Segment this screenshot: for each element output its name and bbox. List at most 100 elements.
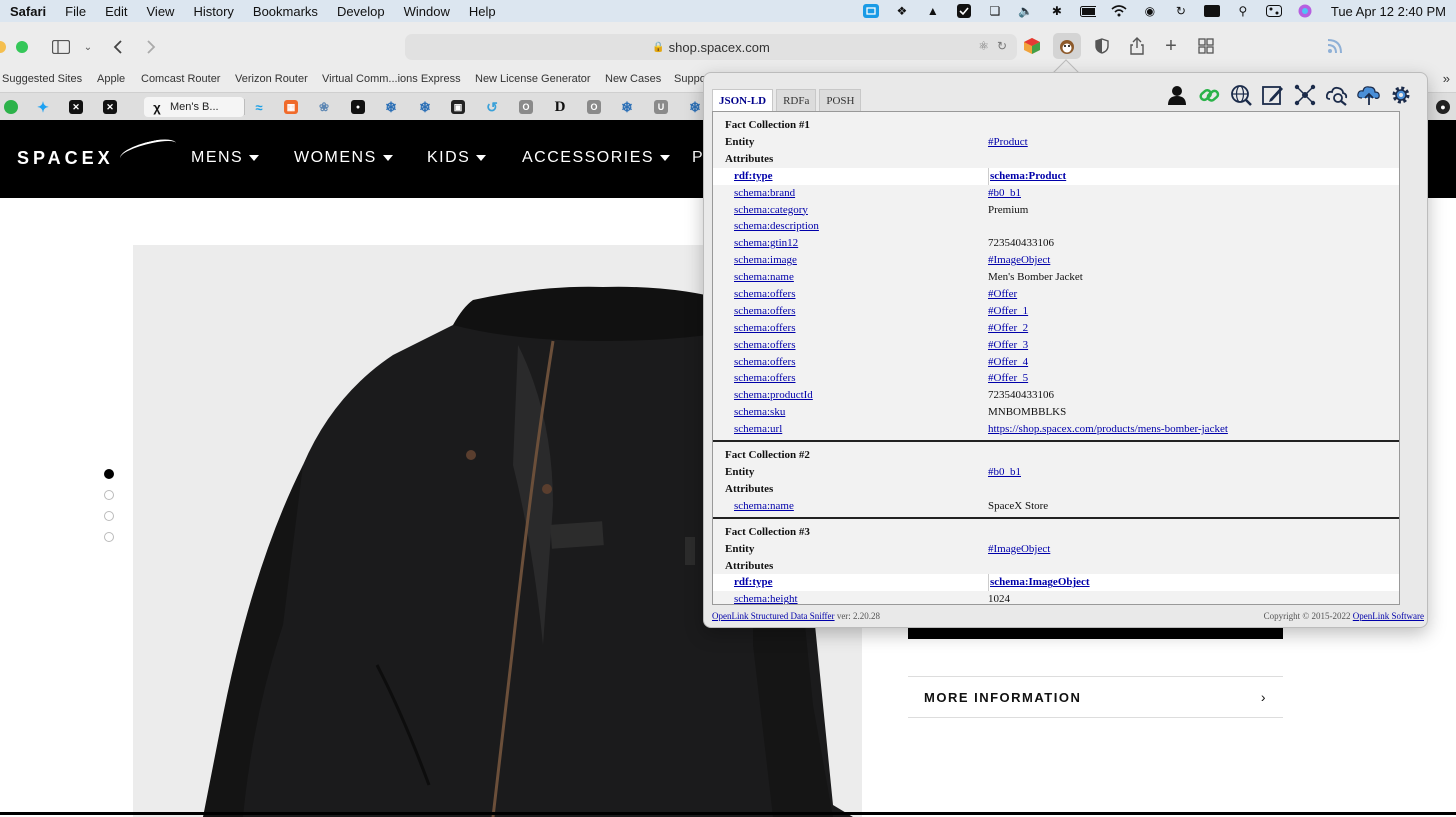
spacex-logo[interactable]: SPACEX	[17, 136, 179, 169]
menu-app-safari[interactable]: Safari	[10, 4, 46, 19]
new-tab-plus-icon[interactable]: +	[1161, 35, 1181, 57]
menu-window[interactable]: Window	[404, 4, 450, 19]
tab-openlink-2[interactable]: ❄	[414, 97, 436, 117]
tab-mens-bomber-jacket[interactable]: χ Men's B...	[144, 97, 244, 117]
tab-dark-book[interactable]: ▣	[447, 97, 469, 117]
sniffer-results-panel[interactable]: Fact Collection #1 Entity #Product Attrib…	[712, 111, 1400, 605]
menu-edit[interactable]: Edit	[105, 4, 127, 19]
checkmark-app-icon[interactable]	[956, 4, 972, 18]
chain-link-icon[interactable]	[1197, 83, 1221, 107]
attribute-value[interactable]: #Offer_1	[988, 303, 1399, 320]
sidebar-toggle-icon[interactable]	[51, 36, 71, 58]
chevron-down-icon[interactable]: ⌄	[82, 36, 94, 58]
nav-mens[interactable]: MENS	[191, 149, 260, 167]
tab-x-app-2[interactable]: ✕	[99, 97, 121, 117]
minimize-window-button[interactable]	[0, 41, 6, 53]
attribute-value[interactable]: #Offer	[988, 286, 1399, 303]
attribute-value[interactable]: schema:Product	[988, 167, 1399, 185]
menu-develop[interactable]: Develop	[337, 4, 385, 19]
structured-data-sniffer-icon[interactable]	[1053, 33, 1081, 59]
attribute-key[interactable]: schema:offers	[713, 354, 988, 371]
windows-icon[interactable]: ❏	[987, 4, 1003, 18]
tab-blue-swirl[interactable]: ↺	[481, 97, 503, 117]
tab-x-app-1[interactable]: ✕	[65, 97, 87, 117]
attribute-key[interactable]: schema:category	[713, 202, 988, 219]
entity-link[interactable]: #ImageObject	[988, 541, 1399, 558]
user-account-icon[interactable]: ◉	[1142, 4, 1158, 18]
rss-feed-icon[interactable]	[1326, 36, 1346, 56]
entity-link[interactable]: #Product	[988, 134, 1399, 151]
bookmarks-overflow-chevron-icon[interactable]: »	[1443, 71, 1450, 86]
web-search-globe-icon[interactable]	[1229, 83, 1253, 107]
carousel-dot-4[interactable]	[104, 532, 114, 542]
nav-accessories[interactable]: ACCESSORIES	[522, 149, 671, 167]
colorful-cube-extension-icon[interactable]	[1022, 36, 1042, 56]
nav-kids[interactable]: KIDS	[427, 149, 487, 167]
flux-icon[interactable]: ▲	[925, 4, 941, 18]
tab-green-circle[interactable]	[0, 97, 22, 117]
bookmark-virtual-communications[interactable]: Virtual Comm...ions Express	[322, 73, 461, 85]
entity-link[interactable]: #b0_b1	[988, 464, 1399, 481]
battery-icon[interactable]	[1079, 4, 1096, 18]
carousel-dot-2[interactable]	[104, 490, 114, 500]
tab-openlink-3[interactable]: ❄	[616, 97, 638, 117]
attribute-value[interactable]: https://shop.spacex.com/products/mens-bo…	[988, 421, 1399, 438]
attribute-key[interactable]: schema:name	[713, 269, 988, 286]
dropbox-icon[interactable]: ❖	[894, 4, 910, 18]
bluetooth-icon[interactable]: ✱	[1049, 4, 1065, 18]
bookmark-suggested-sites[interactable]: Suggested Sites	[2, 73, 82, 85]
tab-gray-o-2[interactable]: O	[583, 97, 605, 117]
menu-history[interactable]: History	[193, 4, 233, 19]
openlink-software-link[interactable]: OpenLink Software	[1353, 611, 1424, 621]
tab-json-ld[interactable]: JSON-LD	[712, 89, 774, 111]
attribute-key[interactable]: schema:offers	[713, 337, 988, 354]
share-icon[interactable]	[1127, 36, 1147, 56]
attribute-key[interactable]: schema:offers	[713, 370, 988, 387]
tab-gray-u[interactable]: U	[650, 97, 672, 117]
nav-womens[interactable]: WOMENS	[294, 149, 393, 167]
attribute-key[interactable]: schema:height	[713, 591, 988, 604]
carousel-dot-1[interactable]	[104, 469, 114, 479]
attribute-key[interactable]: schema:offers	[713, 286, 988, 303]
bookmark-verizon-router[interactable]: Verizon Router	[235, 73, 308, 85]
tab-openlink-1[interactable]: ❄	[380, 97, 402, 117]
tab-orange-grid[interactable]: ▦	[280, 97, 302, 117]
tab-twitter[interactable]: ✦	[32, 97, 54, 117]
tab-posh[interactable]: POSH	[819, 89, 862, 111]
attribute-value[interactable]: #Offer_2	[988, 320, 1399, 337]
carousel-dot-3[interactable]	[104, 511, 114, 521]
menu-view[interactable]: View	[147, 4, 175, 19]
menu-file[interactable]: File	[65, 4, 86, 19]
attribute-key[interactable]: schema:offers	[713, 303, 988, 320]
more-information-accordion[interactable]: MORE INFORMATION ›	[908, 676, 1283, 718]
keyboard-icon[interactable]	[1203, 4, 1220, 18]
bookmark-comcast-router[interactable]: Comcast Router	[141, 73, 220, 85]
attribute-value[interactable]: schema:ImageObject	[988, 574, 1399, 592]
screen-share-icon[interactable]	[862, 4, 879, 18]
add-to-cart-button[interactable]	[908, 628, 1283, 639]
forward-arrow-icon[interactable]	[143, 36, 159, 58]
attribute-key[interactable]: rdf:type	[713, 574, 988, 591]
address-bar[interactable]: 🔒 shop.spacex.com ⚛ ↻	[405, 34, 1017, 60]
attribute-key[interactable]: schema:sku	[713, 404, 988, 421]
attribute-key[interactable]: schema:description	[713, 218, 988, 235]
bookmark-support[interactable]: Suppo	[674, 73, 706, 85]
attribute-key[interactable]: rdf:type	[713, 168, 988, 185]
tab-gray-o-1[interactable]: O	[515, 97, 537, 117]
attribute-value[interactable]: #Offer_4	[988, 354, 1399, 371]
cloud-search-icon[interactable]	[1325, 83, 1349, 107]
tab-github[interactable]: ●	[1432, 97, 1454, 117]
menu-help[interactable]: Help	[469, 4, 496, 19]
tab-blue-wave[interactable]: ≈	[248, 97, 270, 117]
time-machine-icon[interactable]: ↻	[1173, 4, 1189, 18]
wifi-icon[interactable]	[1111, 4, 1127, 18]
edit-document-icon[interactable]	[1261, 83, 1285, 107]
volume-icon[interactable]: 🔈	[1018, 4, 1034, 18]
attribute-key[interactable]: schema:name	[713, 498, 988, 515]
sniffer-home-link[interactable]: OpenLink Structured Data Sniffer	[712, 611, 835, 621]
siri-icon[interactable]	[1297, 4, 1313, 18]
attribute-key[interactable]: schema:offers	[713, 320, 988, 337]
bookmark-apple[interactable]: Apple	[97, 73, 125, 85]
attribute-key[interactable]: schema:image	[713, 252, 988, 269]
attribute-key[interactable]: schema:gtin12	[713, 235, 988, 252]
